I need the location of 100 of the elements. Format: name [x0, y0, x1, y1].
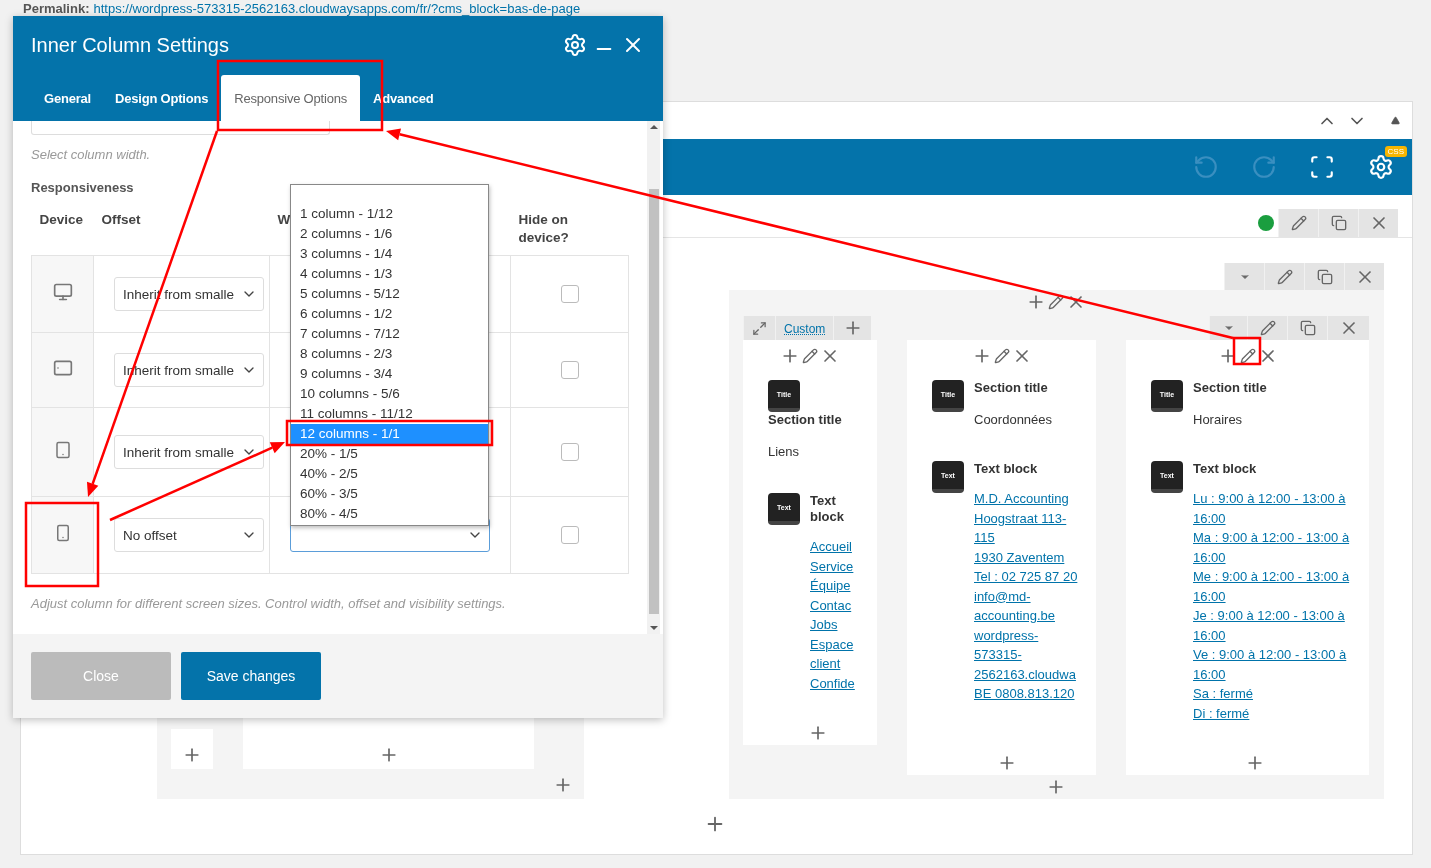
dropdown-option[interactable]: 10 columns - 5/6	[291, 384, 488, 404]
text-link[interactable]: Ma : 9:00 à 12:00 - 13:00 à 16:00	[1193, 528, 1359, 567]
tab[interactable]: Responsive Options	[221, 75, 361, 121]
monitor-icon	[52, 282, 73, 302]
pencil-icon	[1259, 320, 1276, 336]
copy-button[interactable]	[1318, 209, 1358, 237]
text-link[interactable]: Me : 9:00 à 12:00 - 13:00 à 16:00	[1193, 567, 1359, 606]
dropdown-option[interactable]: 6 columns - 1/2	[291, 304, 488, 324]
custom-link[interactable]: Custom	[775, 316, 834, 340]
pencil-icon	[1276, 268, 1293, 285]
text-link[interactable]: wordpress-573315-2562163.cloudwa	[974, 625, 1081, 684]
permalink-link[interactable]: https://wordpress-573315-2562163.cloudwaysapps.com/fr/?cms_block=bas-de-page	[93, 1, 581, 16]
edit-button[interactable]	[1264, 263, 1304, 290]
tablet-icon	[53, 441, 72, 459]
dialog-title: Inner Column Settings	[31, 33, 229, 57]
expand-button[interactable]	[743, 316, 775, 340]
field-hint: Select column width.	[31, 147, 152, 162]
expand-icon	[752, 320, 767, 336]
column-header: Device	[39, 211, 84, 229]
settings-icon[interactable]	[563, 33, 587, 57]
element-text: Coordonnées	[974, 412, 1054, 427]
edit-button[interactable]	[1247, 316, 1287, 340]
triangle-icon[interactable]	[1391, 116, 1400, 125]
text-link[interactable]: Sa : fermé	[1193, 684, 1359, 704]
collapse-button[interactable]	[1209, 316, 1247, 340]
scrollbar[interactable]	[647, 121, 660, 634]
element-text: Horaires	[1193, 412, 1244, 427]
element-label: Text block	[810, 493, 845, 525]
text-link[interactable]: 1930 Zaventem	[974, 547, 1081, 567]
checkbox[interactable]	[560, 285, 579, 303]
dropdown-option[interactable]: 8 columns - 2/3	[291, 344, 488, 364]
permalink-label: Permalink:	[23, 1, 90, 16]
tab[interactable]: General	[32, 75, 103, 121]
column-header: Hide on device?	[518, 211, 570, 247]
settings-icon[interactable]	[1368, 154, 1394, 180]
pencil-icon[interactable]	[993, 348, 1010, 364]
text-link[interactable]: M.D. Accounting	[974, 489, 1081, 509]
section-label: Responsiveness	[31, 180, 135, 195]
text-link[interactable]: Équipe	[810, 576, 867, 596]
text-link[interactable]: Ve : 9:00 à 12:00 - 13:00 à 16:00	[1193, 645, 1359, 684]
add-button[interactable]	[833, 316, 872, 340]
text-link[interactable]: Jobs	[810, 615, 867, 635]
delete-button[interactable]	[1327, 316, 1369, 340]
text-link[interactable]: Accueil	[810, 537, 867, 557]
help-text: Adjust column for different screen sizes. Control width, offset and visibility settings.	[31, 596, 507, 611]
tablet-icon	[52, 358, 73, 378]
tab[interactable]: Design Options	[103, 75, 221, 121]
text-link[interactable]: Je : 9:00 à 12:00 - 13:00 à 16:00	[1193, 606, 1359, 645]
element-label: Text block	[1193, 461, 1258, 477]
column-header: Offset	[101, 211, 141, 229]
pencil-icon[interactable]	[802, 348, 818, 364]
dropdown-option[interactable]: 3 columns - 1/4	[291, 244, 488, 264]
checkbox[interactable]	[560, 443, 579, 461]
element-label: Text block	[974, 461, 1039, 477]
dropdown-option[interactable]: 7 columns - 7/12	[291, 324, 488, 344]
copy-button[interactable]	[1304, 263, 1344, 290]
status-dot	[1258, 215, 1274, 231]
column-header: W	[277, 211, 291, 229]
pencil-icon	[1290, 215, 1307, 231]
highlight-box	[1232, 336, 1262, 366]
offset-select[interactable]: Inherit from smalle	[114, 435, 264, 469]
save-button[interactable]: Save changes	[181, 652, 321, 700]
text-link[interactable]: Espace client	[810, 634, 867, 674]
dropdown-option[interactable]: 60% - 3/5	[291, 484, 488, 504]
dropdown-option[interactable]: 9 columns - 3/4	[291, 364, 488, 384]
css-badge: CSS	[1384, 146, 1407, 157]
text-link[interactable]: Lu : 9:00 à 12:00 - 13:00 à 16:00	[1193, 489, 1359, 528]
text-link[interactable]: Tel : 02 725 87 20	[974, 567, 1081, 587]
text-link[interactable]: Contac	[810, 595, 867, 615]
copy-button[interactable]	[1287, 316, 1327, 340]
dropdown-option[interactable]: 5 columns - 5/12	[291, 284, 488, 304]
select-field[interactable]	[31, 121, 330, 135]
delete-button[interactable]	[1358, 209, 1398, 237]
dropdown-option[interactable]: 2 columns - 1/6	[291, 224, 488, 244]
text-link[interactable]: Di : fermé	[1193, 703, 1359, 723]
text-link[interactable]: BE 0808.813.120	[974, 684, 1081, 704]
dropdown-option[interactable]: 20% - 1/5	[291, 444, 488, 464]
offset-select[interactable]: No offset	[114, 518, 264, 552]
text-link[interactable]: Confide	[810, 673, 867, 693]
element-label: Section title	[1193, 380, 1268, 396]
element-text: Liens	[768, 444, 801, 459]
copy-icon	[1330, 215, 1347, 231]
text-link[interactable]: Hoogstraat 113-115	[974, 508, 1081, 548]
fullscreen-icon[interactable]	[1309, 154, 1335, 180]
checkbox[interactable]	[560, 361, 579, 379]
delete-button[interactable]	[1344, 263, 1384, 290]
pencil-icon[interactable]	[1048, 294, 1064, 310]
dropdown-option[interactable]: 4 columns - 1/3	[291, 264, 488, 284]
dropdown-option[interactable]: 11 columns - 11/12	[291, 404, 488, 424]
pencil-icon[interactable]	[1239, 348, 1256, 364]
checkbox[interactable]	[560, 526, 579, 544]
copy-icon	[1316, 268, 1333, 285]
dropdown-option[interactable]: 40% - 2/5	[291, 464, 488, 484]
dropdown-option[interactable]: 12 columns - 1/1	[291, 424, 488, 444]
edit-button[interactable]	[1278, 209, 1318, 237]
element-label: Section title	[768, 412, 843, 428]
element-label: Section title	[974, 380, 1049, 396]
copy-icon	[1299, 320, 1316, 336]
text-link[interactable]: Service	[810, 556, 867, 576]
dropdown-option[interactable]: 1 column - 1/12	[291, 204, 488, 224]
